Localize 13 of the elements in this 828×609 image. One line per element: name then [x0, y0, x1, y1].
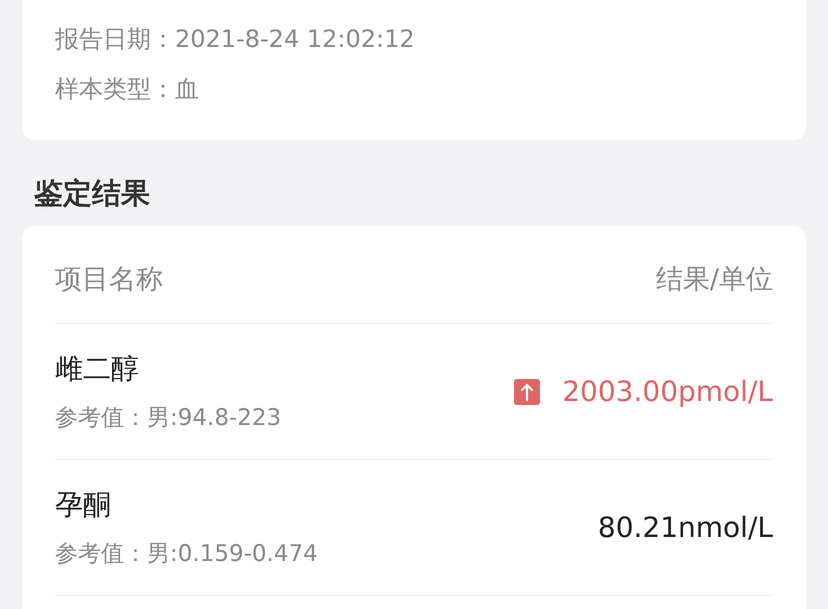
field-value: 2021-8-24 12:02:12 [175, 25, 415, 53]
field-label: 样本类型： [55, 74, 175, 105]
result-value: 2003.00pmol/L [562, 375, 773, 408]
column-header: 项目名称 [55, 262, 163, 296]
reference-range: 参考值：男:0.159-0.474 [55, 540, 318, 569]
reference-range: 参考值：男:94.8-223 [55, 404, 282, 433]
section-title: 鉴定结果 [33, 175, 151, 212]
field-value: 血 [175, 74, 199, 105]
field-label: 报告日期： [55, 24, 175, 55]
item-name: 孕酮 [55, 487, 112, 523]
item-name: 雌二醇 [55, 351, 140, 387]
column-header: 结果/单位 [656, 262, 773, 296]
result-value: 80.21nmol/L [598, 511, 773, 544]
